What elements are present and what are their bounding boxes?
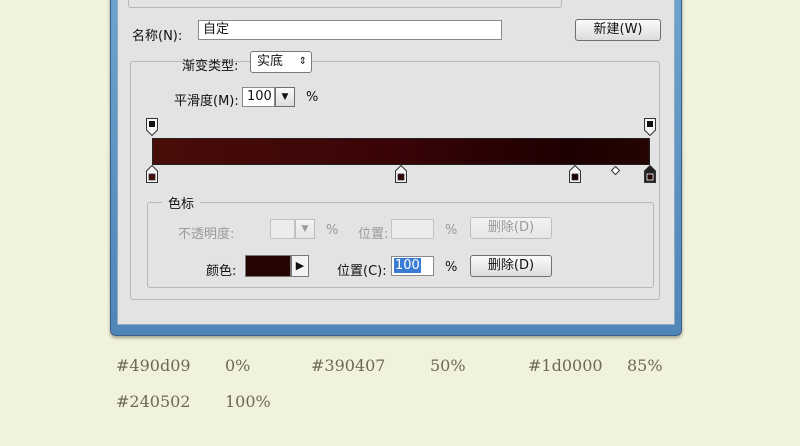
smoothness-label: 平滑度(M): (174, 94, 239, 109)
opacity-input[interactable] (270, 219, 295, 239)
opacity-stop-1[interactable] (146, 118, 158, 140)
color-label: 颜色: (206, 264, 237, 279)
gradient-editor-window: 名称(N): 自定 新建(W) 渐变类型: 实底 ⇕ 平滑度(M): 100 ▼… (110, 0, 682, 336)
updown-arrows-icon: ⇕ (298, 56, 307, 67)
opacity-stop-marker-icon (644, 118, 656, 137)
color-stop-marker-icon (569, 164, 582, 183)
name-label: 名称(N): (132, 29, 183, 44)
color-stop-3[interactable] (569, 164, 582, 187)
color-menu-button[interactable]: ▶ (291, 255, 309, 277)
opacity-delete-button[interactable]: 删除(D) (470, 217, 552, 239)
opacity-location-input[interactable] (391, 219, 434, 239)
smoothness-dropdown[interactable]: ▼ (275, 87, 295, 107)
play-arrow-icon: ▶ (295, 259, 305, 272)
color-delete-button[interactable]: 删除(D) (470, 255, 552, 277)
color-location-label: 位置(C): (337, 264, 387, 279)
gradient-type-select[interactable]: 实底 ⇕ (250, 51, 312, 73)
color-stop-1[interactable] (146, 164, 158, 187)
opacity-label: 不透明度: (178, 227, 235, 242)
gradient-type-label: 渐变类型: (182, 59, 239, 74)
annotation-color-2: #390407 (311, 356, 386, 375)
opacity-stop-2[interactable] (644, 118, 656, 140)
gradient-type-value: 实底 (257, 54, 284, 69)
stops-title: 色标 (162, 193, 201, 212)
annotation-percent-2: 50% (430, 356, 466, 375)
smoothness-input[interactable]: 100 (242, 87, 275, 107)
opacity-unit: % (326, 223, 339, 238)
annotation-color-1: #490d09 (116, 356, 191, 375)
name-input[interactable]: 自定 (198, 20, 502, 40)
opacity-stop-marker-icon (146, 118, 158, 137)
color-stop-marker-icon (395, 164, 407, 183)
color-location-value: 100 (394, 258, 421, 273)
opacity-location-unit: % (445, 223, 458, 238)
smoothness-unit: % (306, 90, 319, 105)
color-stop-marker-icon (146, 164, 158, 183)
opacity-dropdown[interactable]: ▼ (295, 219, 315, 239)
gradient-bar[interactable] (152, 138, 650, 165)
color-stop-marker-icon (644, 164, 656, 183)
color-stop-4[interactable] (644, 164, 656, 187)
midpoint-diamond-icon[interactable] (610, 164, 621, 179)
dialog-client-area: 名称(N): 自定 新建(W) 渐变类型: 实底 ⇕ 平滑度(M): 100 ▼… (117, 0, 675, 325)
dropdown-arrow-icon: ▼ (301, 224, 309, 234)
dropdown-arrow-icon: ▼ (281, 92, 289, 102)
color-location-input[interactable]: 100 (391, 256, 434, 276)
opacity-location-label: 位置: (358, 227, 389, 242)
annotation-percent-3: 85% (627, 356, 663, 375)
color-stop-2[interactable] (395, 164, 407, 187)
annotation-percent-4: 100% (225, 392, 271, 411)
annotation-color-3: #1d0000 (528, 356, 603, 375)
annotation-percent-1: 0% (225, 356, 251, 375)
presets-group-edge (128, 0, 562, 8)
color-location-unit: % (445, 260, 458, 275)
new-button[interactable]: 新建(W) (575, 19, 661, 41)
annotation-color-4: #240502 (116, 392, 191, 411)
color-swatch[interactable] (245, 255, 291, 277)
